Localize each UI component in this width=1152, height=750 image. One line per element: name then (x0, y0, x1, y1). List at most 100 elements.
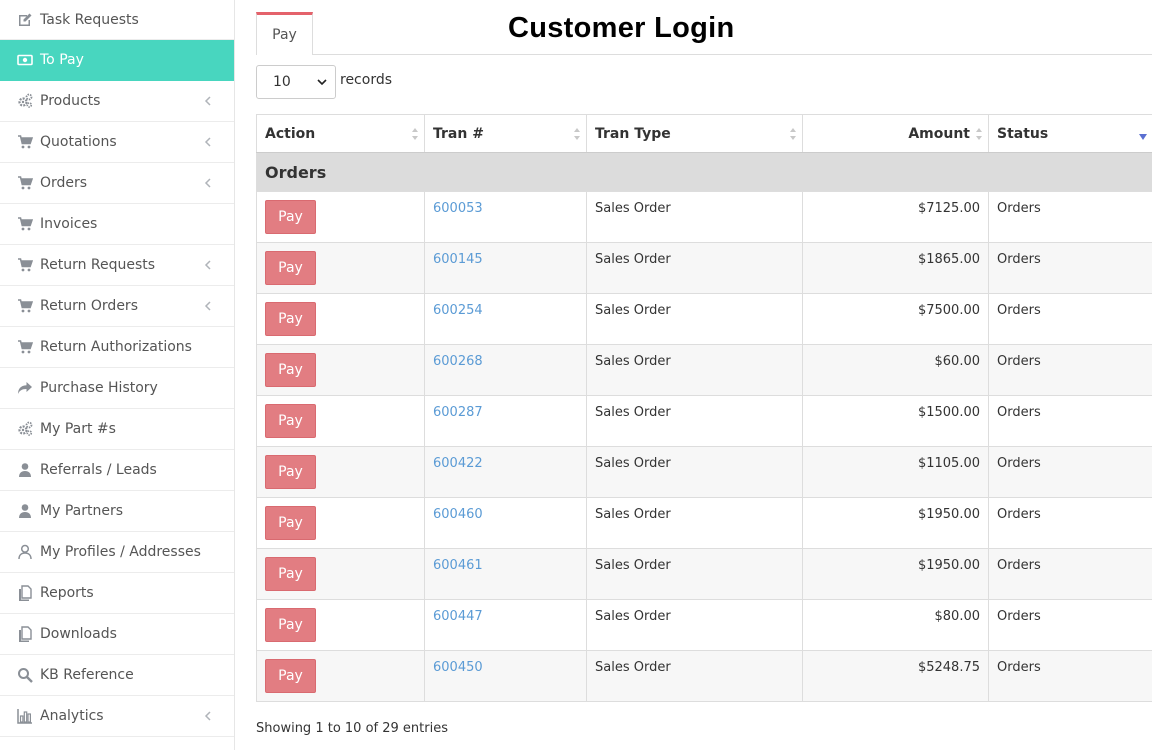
cell-tran-number: 600145 (424, 242, 587, 294)
table-row: Pay 600254 Sales Order $7500.00 Orders (256, 293, 1152, 345)
cell-action: Pay (256, 548, 425, 600)
cell-tran-type: Sales Order (586, 599, 803, 651)
pay-button[interactable]: Pay (265, 302, 316, 336)
tran-number-link[interactable]: 600450 (433, 660, 483, 675)
sidebar-item-quotations[interactable]: Quotations (0, 122, 234, 163)
cell-status: Orders (988, 650, 1152, 702)
sidebar-item-label: Invoices (40, 216, 98, 232)
chevron-left-icon (204, 95, 214, 107)
sidebar-item-reports[interactable]: Reports (0, 573, 234, 614)
cell-action: Pay (256, 446, 425, 498)
column-header-tran-type[interactable]: Tran Type (586, 114, 803, 153)
sidebar-item-label: Orders (40, 175, 88, 191)
cogs-icon (16, 420, 34, 438)
user-outline-icon (16, 543, 34, 561)
cell-tran-type: Sales Order (586, 344, 803, 396)
sidebar-item-products[interactable]: Products (0, 81, 234, 122)
pay-button[interactable]: Pay (265, 404, 316, 438)
cell-status: Orders (988, 446, 1152, 498)
sidebar-item-my-profiles-addresses[interactable]: My Profiles / Addresses (0, 532, 234, 573)
cell-tran-type: Sales Order (586, 446, 803, 498)
cell-action: Pay (256, 242, 425, 294)
payments-table: Action Tran # Tran Type Amount Status Or… (256, 114, 1152, 702)
sidebar-item-analytics[interactable]: Analytics (0, 696, 234, 737)
sidebar-item-my-part-s[interactable]: My Part #s (0, 409, 234, 450)
sidebar-item-return-requests[interactable]: Return Requests (0, 245, 234, 286)
cell-tran-number: 600461 (424, 548, 587, 600)
sidebar-item-label: Return Orders (40, 298, 138, 314)
tran-number-link[interactable]: 600447 (433, 609, 483, 624)
pay-button[interactable]: Pay (265, 506, 316, 540)
sidebar-item-label: Reports (40, 585, 94, 601)
tran-number-link[interactable]: 600461 (433, 558, 483, 573)
sidebar: Task Requests To Pay Products Quotations Ord… (0, 0, 235, 750)
sidebar-item-label: Referrals / Leads (40, 462, 157, 478)
sidebar-item-return-authorizations[interactable]: Return Authorizations (0, 327, 234, 368)
sidebar-item-label: Quotations (40, 134, 117, 150)
user-icon (16, 461, 34, 479)
records-length-control: 10 records (256, 65, 392, 99)
sidebar-item-downloads[interactable]: Downloads (0, 614, 234, 655)
sidebar-item-task-requests[interactable]: Task Requests (0, 0, 234, 40)
pay-button[interactable]: Pay (265, 659, 316, 693)
cell-action: Pay (256, 395, 425, 447)
pay-button[interactable]: Pay (265, 200, 316, 234)
cell-amount: $80.00 (802, 599, 989, 651)
tran-number-link[interactable]: 600460 (433, 507, 483, 522)
cell-amount: $1950.00 (802, 548, 989, 600)
sidebar-item-return-orders[interactable]: Return Orders (0, 286, 234, 327)
tab-pay[interactable]: Pay (256, 12, 313, 55)
sidebar-item-referrals-leads[interactable]: Referrals / Leads (0, 450, 234, 491)
cell-tran-number: 600422 (424, 446, 587, 498)
sidebar-item-invoices[interactable]: Invoices (0, 204, 234, 245)
cart-icon (16, 338, 34, 356)
cell-action: Pay (256, 497, 425, 549)
cell-status: Orders (988, 599, 1152, 651)
tran-number-link[interactable]: 600254 (433, 303, 483, 318)
cell-action: Pay (256, 191, 425, 243)
tran-number-link[interactable]: 600268 (433, 354, 483, 369)
pay-button[interactable]: Pay (265, 251, 316, 285)
pay-button[interactable]: Pay (265, 608, 316, 642)
cell-amount: $1500.00 (802, 395, 989, 447)
cell-status: Orders (988, 548, 1152, 600)
sidebar-item-kb-reference[interactable]: KB Reference (0, 655, 234, 696)
cell-action: Pay (256, 650, 425, 702)
cart-icon (16, 133, 34, 151)
user-icon (16, 502, 34, 520)
records-per-page-select[interactable]: 10 (256, 65, 336, 99)
cell-tran-type: Sales Order (586, 242, 803, 294)
cell-action: Pay (256, 344, 425, 396)
tran-number-link[interactable]: 600287 (433, 405, 483, 420)
sort-icon (790, 127, 796, 140)
sidebar-item-to-pay[interactable]: To Pay (0, 40, 234, 81)
sidebar-item-my-partners[interactable]: My Partners (0, 491, 234, 532)
cell-tran-number: 600447 (424, 599, 587, 651)
pay-button[interactable]: Pay (265, 353, 316, 387)
share-icon (16, 379, 34, 397)
table-row: Pay 600450 Sales Order $5248.75 Orders (256, 650, 1152, 702)
tran-number-link[interactable]: 600053 (433, 201, 483, 216)
sidebar-item-purchase-history[interactable]: Purchase History (0, 368, 234, 409)
table-row: Pay 600460 Sales Order $1950.00 Orders (256, 497, 1152, 549)
sidebar-item-orders[interactable]: Orders (0, 163, 234, 204)
pay-button[interactable]: Pay (265, 557, 316, 591)
table-row: Pay 600422 Sales Order $1105.00 Orders (256, 446, 1152, 498)
cart-icon (16, 215, 34, 233)
column-header-amount[interactable]: Amount (802, 114, 989, 153)
cell-action: Pay (256, 599, 425, 651)
pay-button[interactable]: Pay (265, 455, 316, 489)
column-header-action[interactable]: Action (256, 114, 425, 153)
copy-icon (16, 625, 34, 643)
column-header-status[interactable]: Status (988, 114, 1152, 153)
sidebar-item-label: Products (40, 93, 101, 109)
cell-tran-number: 600254 (424, 293, 587, 345)
group-header-row: Orders (256, 152, 1152, 192)
column-header-tran-number[interactable]: Tran # (424, 114, 587, 153)
records-per-page-value: 10 (273, 74, 291, 90)
cell-amount: $5248.75 (802, 650, 989, 702)
tran-number-link[interactable]: 600145 (433, 252, 483, 267)
cell-action: Pay (256, 293, 425, 345)
cell-status: Orders (988, 497, 1152, 549)
tran-number-link[interactable]: 600422 (433, 456, 483, 471)
